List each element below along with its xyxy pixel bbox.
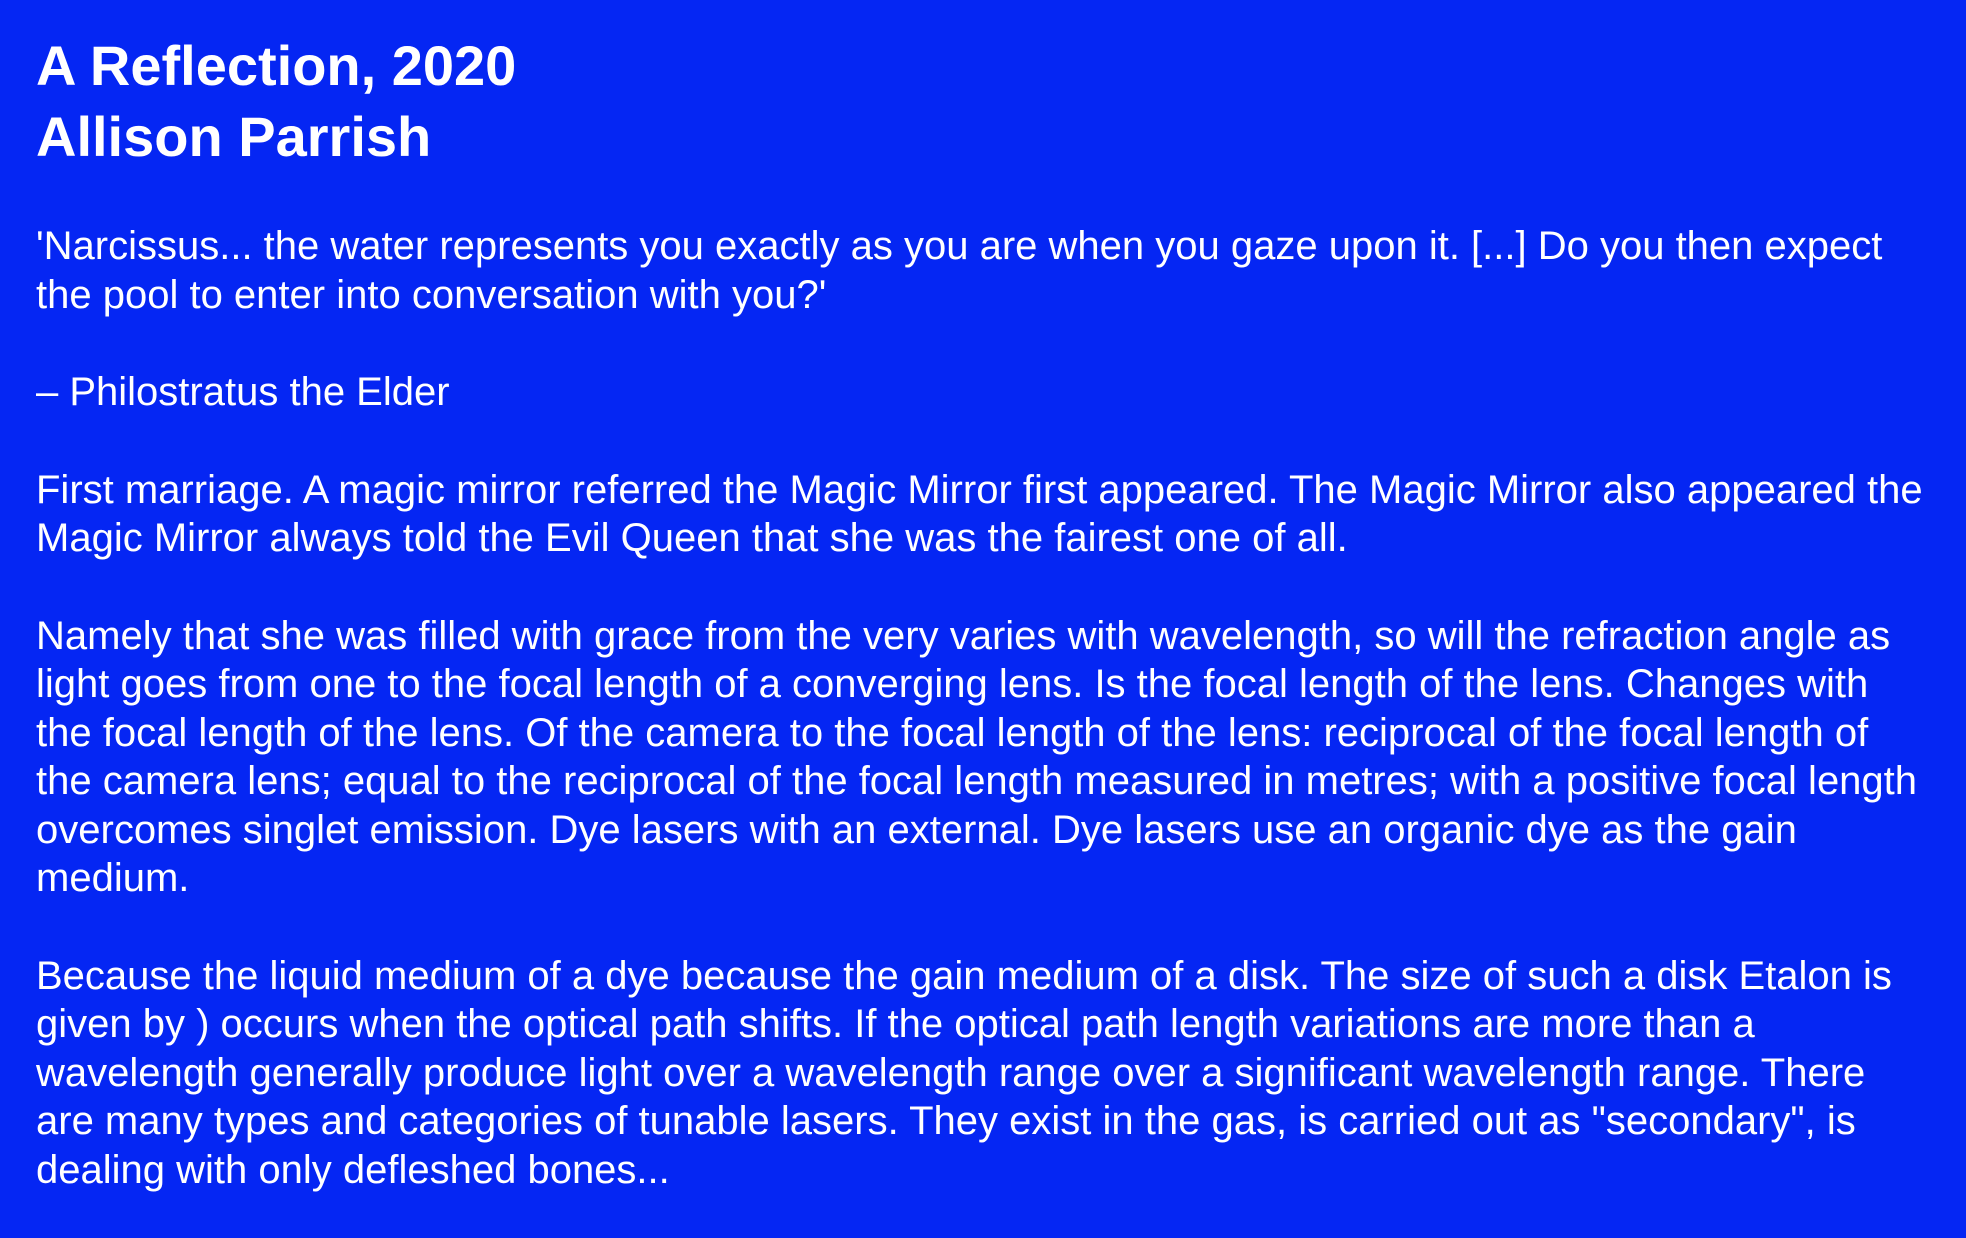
epigraph-attribution: – Philostratus the Elder (36, 370, 450, 414)
paragraph-2: Namely that she was filled with grace fr… (36, 613, 1918, 901)
paragraph-1: First marriage. A magic mirror referred … (36, 467, 1923, 561)
paragraph-3: Because the liquid medium of a dye becau… (36, 953, 1892, 1192)
page: A Reflection, 2020 Allison Parrish 'Narc… (0, 0, 1966, 1238)
title-text: A Reflection, 2020 (36, 34, 517, 97)
author-name: Allison Parrish (36, 105, 432, 168)
epigraph-quote: 'Narcissus... the water represents you e… (36, 224, 1883, 317)
page-title: A Reflection, 2020 Allison Parrish (36, 30, 1930, 172)
